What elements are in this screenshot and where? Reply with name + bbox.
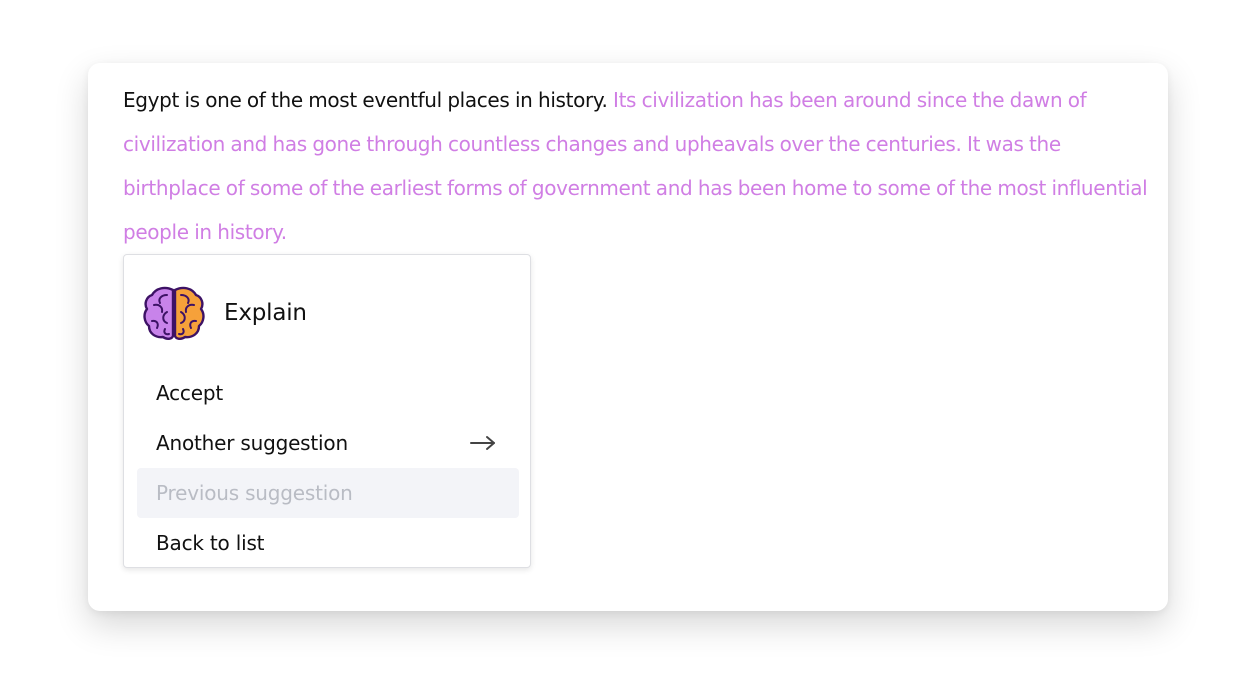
arrow-right-icon	[470, 436, 495, 450]
plain-text: Egypt is one of the most eventful places…	[123, 88, 608, 112]
menu-item-label: Accept	[156, 381, 223, 405]
menu-item-label: Back to list	[156, 531, 265, 555]
suggestion-menu: Explain Accept Another suggestion Previo…	[123, 254, 531, 568]
editor-card: Egypt is one of the most eventful places…	[88, 63, 1168, 611]
previous-suggestion-menu-item[interactable]: Previous suggestion	[137, 468, 519, 518]
menu-title: Explain	[224, 299, 307, 326]
back-to-list-menu-item[interactable]: Back to list	[137, 518, 519, 568]
brain-icon	[143, 286, 205, 340]
another-suggestion-menu-item[interactable]: Another suggestion	[137, 418, 519, 468]
accept-menu-item[interactable]: Accept	[137, 368, 519, 418]
menu-header: Explain	[143, 285, 307, 340]
menu-item-label: Another suggestion	[156, 431, 348, 455]
menu-item-label: Previous suggestion	[156, 481, 353, 505]
editor-text[interactable]: Egypt is one of the most eventful places…	[123, 78, 1158, 254]
